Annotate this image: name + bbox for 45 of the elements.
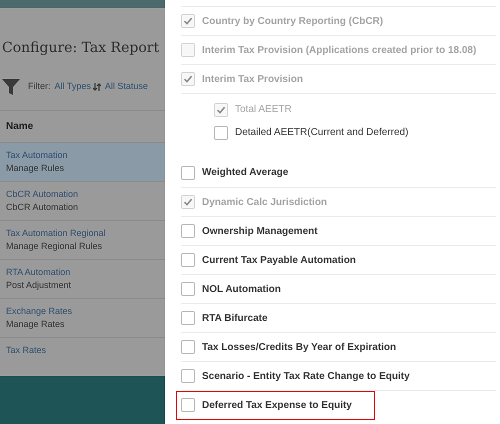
page-title: Configure: Tax Report (1, 39, 160, 58)
option-label: Detailed AEETR(Current and Deferred) (235, 126, 408, 140)
filter-link[interactable]: All Statuse (104, 80, 148, 94)
option-label: Ownership Management (202, 224, 318, 238)
checkbox[interactable] (181, 340, 195, 354)
row-subtitle: Manage Rates (6, 318, 66, 331)
option-label: NOL Automation (202, 282, 281, 296)
row-title[interactable]: Exchange Rates (6, 305, 159, 318)
filter-link[interactable]: All Types (54, 80, 91, 94)
row-subtitle: Manage Regional Rules (6, 240, 104, 253)
option-label: Dynamic Calc Jurisdiction (202, 196, 328, 210)
checkbox[interactable] (181, 282, 195, 296)
option-label: Interim Tax Provision (202, 72, 303, 86)
option-label: Tax Losses/Credits By Year of Expiration (202, 340, 396, 354)
row-subtitle: CbCR Automation (6, 201, 80, 214)
row-subtitle: Manage Rules (6, 162, 66, 175)
option-label: Weighted Average (202, 166, 288, 180)
row-title[interactable]: CbCR Automation (6, 188, 159, 201)
table-row[interactable]: Tax Automation Manage Rules (0, 142, 165, 181)
checkbox[interactable] (181, 253, 195, 267)
row-title[interactable]: Tax Automation (6, 149, 159, 162)
checkbox[interactable] (181, 166, 195, 180)
row-title[interactable]: Tax Automation Regional (6, 227, 159, 240)
check-icon (216, 104, 226, 114)
option-label: Scenario - Entity Tax Rate Change to Equity (202, 370, 410, 384)
row-title[interactable]: RTA Automation (6, 266, 159, 279)
row-subtitle: Post Adjustment (6, 279, 72, 292)
column-header: Name (5, 120, 34, 134)
checkbox[interactable] (181, 224, 195, 238)
check-icon (183, 197, 193, 207)
checkbox[interactable] (181, 369, 195, 383)
option-label: Interim Tax Provision (Applications created prior to 18.08) (202, 44, 476, 58)
filter-icon[interactable] (2, 78, 20, 96)
filter-label: Filter: (28, 80, 50, 94)
row-title[interactable]: Tax Rates (6, 344, 159, 357)
option-label: Total AEETR (235, 103, 292, 117)
option-label: RTA Bifurcate (202, 312, 268, 326)
checkbox[interactable] (181, 311, 195, 325)
option-label: Deferred Tax Expense to Equity (202, 398, 352, 412)
option-label: Country by Country Reporting (CbCR) (202, 14, 384, 28)
option-label: Current Tax Payable Automation (202, 254, 356, 268)
check-icon (183, 74, 193, 84)
check-icon (183, 16, 193, 26)
checkbox[interactable] (181, 398, 195, 412)
swap-icon (92, 83, 101, 91)
